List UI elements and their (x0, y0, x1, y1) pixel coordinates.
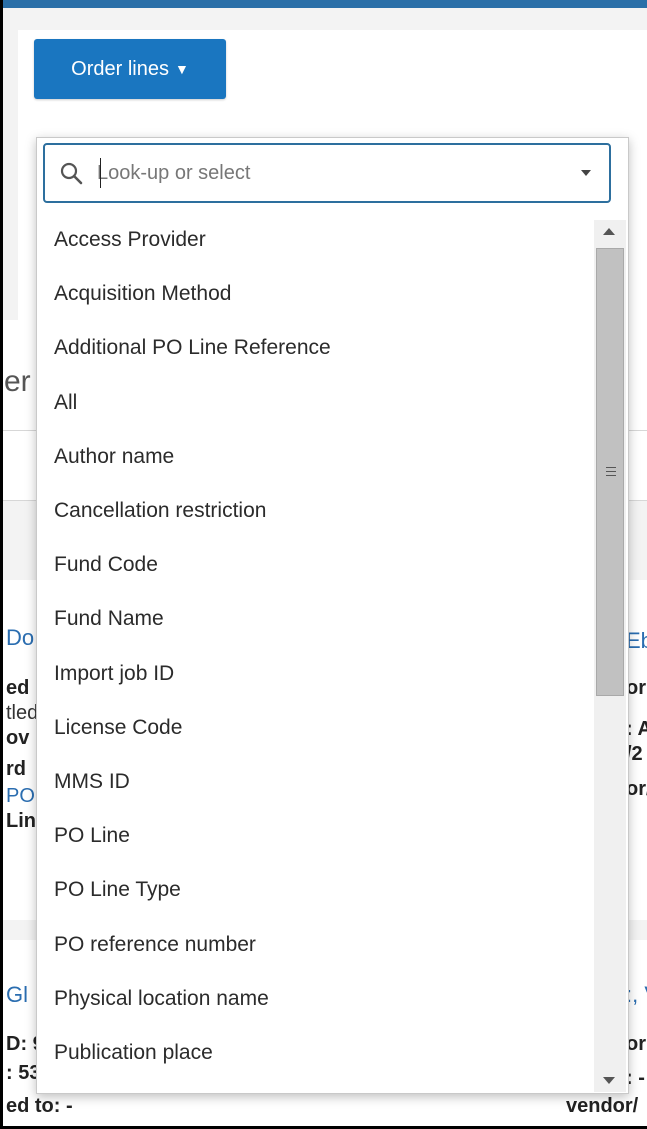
result-title-fragment[interactable]: Eb (626, 628, 647, 654)
field-value-fragment: tled (6, 702, 39, 724)
field-label-fragment: rd (6, 758, 26, 780)
scroll-up-arrow-icon[interactable] (603, 228, 615, 235)
chevron-down-icon[interactable] (581, 170, 591, 176)
search-field-combobox[interactable] (43, 143, 611, 203)
dropdown-option[interactable]: All (54, 383, 584, 423)
grip-line (606, 475, 616, 476)
search-field-dropdown[interactable]: Access Provider Acquisition Method Additio… (36, 137, 629, 1094)
field-label-fragment: or/ (626, 778, 647, 800)
field-label-fragment: ori (626, 677, 647, 699)
field-label-fragment: ov (6, 727, 30, 749)
field-label-fragment: vendor/ (566, 1095, 639, 1117)
grip-line (606, 467, 616, 468)
dropdown-option[interactable]: MMS ID (54, 762, 584, 802)
scroll-thumb[interactable] (596, 248, 624, 696)
order-lines-label: Order lines (71, 57, 169, 80)
grip-line (606, 471, 616, 472)
dropdown-option[interactable]: Import job ID (54, 654, 584, 694)
search-input[interactable] (97, 156, 537, 190)
dropdown-option[interactable]: PO Line (54, 816, 584, 856)
dropdown-option[interactable]: Physical location name (54, 979, 584, 1019)
top-accent-bar (0, 0, 647, 8)
field-label-fragment: Lin (6, 810, 36, 832)
dropdown-option[interactable]: License Code (54, 708, 584, 748)
field-label-fragment: ori (626, 1033, 647, 1055)
dropdown-option[interactable]: Author name (54, 437, 584, 477)
result-title-fragment[interactable]: Gl (6, 982, 28, 1008)
order-lines-dropdown-button[interactable]: Order lines ▼ (34, 39, 226, 99)
field-label-fragment: : A (626, 718, 647, 740)
search-icon (60, 162, 83, 185)
result-title-fragment[interactable]: Do (6, 625, 34, 651)
list-scrollbar[interactable] (594, 220, 626, 1092)
scroll-down-arrow-icon[interactable] (603, 1077, 615, 1084)
field-label-fragment: ed (6, 677, 30, 699)
dropdown-option[interactable]: Fund Code (54, 545, 584, 585)
result-title-fragment[interactable]: :, V (626, 982, 647, 1008)
dropdown-option[interactable]: Publication place (54, 1033, 584, 1073)
dropdown-option[interactable]: Fund Name (54, 599, 584, 639)
dropdown-option[interactable]: Additional PO Line Reference (54, 328, 584, 368)
text-cursor (100, 158, 101, 188)
dropdown-option[interactable]: Acquisition Method (54, 274, 584, 314)
caret-down-icon: ▼ (174, 61, 189, 77)
dropdown-option[interactable]: Access Provider (54, 220, 584, 260)
dropdown-option[interactable]: PO Line Type (54, 870, 584, 910)
po-link-fragment[interactable]: PO (6, 785, 35, 808)
dropdown-option[interactable]: PO reference number (54, 925, 584, 965)
option-list[interactable]: Access Provider Acquisition Method Additio… (37, 220, 593, 1093)
dropdown-option[interactable]: Cancellation restriction (54, 491, 584, 531)
dropdown-option[interactable]: Publication year (54, 1087, 584, 1093)
field-label-fragment: ed to: - (6, 1095, 73, 1117)
results-heading-fragment: er (4, 365, 31, 398)
